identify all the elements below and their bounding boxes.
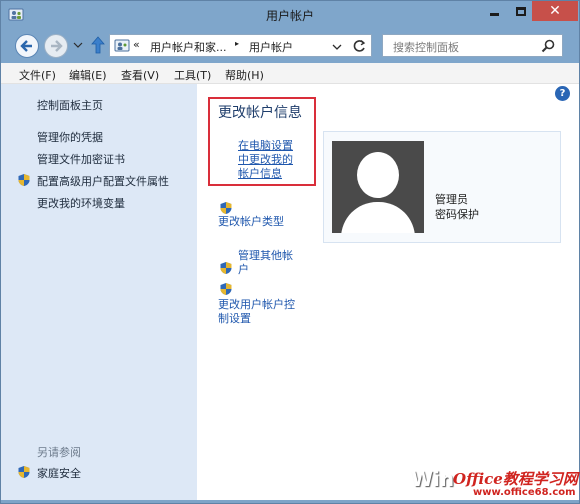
change-account-type-link[interactable]: 更改帐户类型 [218, 215, 284, 229]
user-tile: 管理员 密码保护 [323, 131, 561, 243]
search-placeholder: 搜索控制面板 [393, 41, 459, 54]
see-also-heading: 另请参阅 [37, 446, 81, 459]
manage-credentials-link[interactable]: 管理你的凭据 [37, 129, 103, 145]
advanced-profile-properties-link[interactable]: 配置高级用户配置文件属性 [37, 173, 169, 189]
recent-pages-dropdown-icon[interactable] [72, 39, 84, 51]
avatar-body-shape [341, 202, 415, 233]
avatar [332, 141, 424, 233]
menu-help[interactable]: 帮助(H) [225, 67, 264, 83]
control-panel-icon [114, 39, 130, 52]
navigation-bar: « 用户帐户和家... ▸ 用户帐户 搜索控制面板 [1, 29, 579, 63]
uac-shield-icon [220, 202, 232, 214]
menu-tools[interactable]: 工具(T) [174, 67, 211, 83]
address-bar[interactable]: « 用户帐户和家... ▸ 用户帐户 [109, 34, 372, 57]
back-arrow-icon [20, 40, 32, 52]
page-title: 更改帐户信息 [218, 105, 302, 121]
left-task-pane: 控制面板主页 管理你的凭据 管理文件加密证书 配置高级用户配置文件属性 更改我的… [1, 84, 197, 500]
watermark-brand: Office教程学习网 [453, 470, 578, 488]
avatar-head-shape [357, 152, 399, 198]
refresh-icon[interactable] [351, 38, 367, 54]
manage-other-accounts-link[interactable]: 管理其他帐 户 [238, 249, 293, 277]
family-safety-link[interactable]: 家庭安全 [37, 465, 81, 481]
user-password-status: 密码保护 [435, 208, 479, 221]
manage-encryption-certificates-link[interactable]: 管理文件加密证书 [37, 151, 125, 167]
user-name: 管理员 [435, 193, 468, 206]
link-line: 更改用户帐户控 [218, 298, 295, 311]
breadcrumb-overflow-icon[interactable]: « [133, 38, 140, 51]
uac-shield-icon [220, 283, 232, 295]
link-line: 管理其他帐 [238, 249, 293, 262]
menu-view[interactable]: 查看(V) [121, 67, 159, 83]
forward-arrow-icon [51, 40, 63, 52]
pc-settings-link-line: 中更改我的 [238, 153, 293, 166]
link-line: 更改帐户类型 [218, 215, 284, 228]
minimize-button[interactable] [479, 1, 509, 21]
change-uac-settings-link[interactable]: 更改用户帐户控 制设置 [218, 298, 295, 326]
main-content: ? 更改帐户信息 在电脑设置 中更改我的 帐户信息 管理员 密码保护 更改帐户类… [197, 84, 579, 500]
watermark-prefix: Win [411, 467, 455, 491]
user-accounts-window: 用户帐户 ✕ « 用户帐户和家... ▸ 用户帐户 搜索控制面板 文件(F) 编… [0, 0, 580, 504]
control-panel-home-link[interactable]: 控制面板主页 [37, 97, 103, 113]
search-icon[interactable] [540, 38, 556, 54]
menu-bar: 文件(F) 编辑(E) 查看(V) 工具(T) 帮助(H) [1, 63, 579, 84]
search-input[interactable]: 搜索控制面板 [382, 34, 563, 57]
link-line: 户 [238, 263, 249, 276]
breadcrumb-separator-icon[interactable]: ▸ [235, 39, 239, 48]
minimize-icon [489, 12, 499, 16]
pc-settings-link-line: 在电脑设置 [238, 139, 293, 152]
breadcrumb-user-accounts[interactable]: 用户帐户 [249, 39, 293, 55]
uac-shield-icon [18, 466, 30, 478]
maximize-icon [516, 6, 526, 16]
title-bar[interactable]: 用户帐户 ✕ [1, 1, 579, 29]
site-watermark: Win Office教程学习网 www.office68.com [411, 467, 579, 501]
change-environment-variables-link[interactable]: 更改我的环境变量 [37, 195, 125, 211]
watermark-url: www.office68.com [473, 487, 576, 498]
menu-file[interactable]: 文件(F) [19, 67, 56, 83]
change-info-in-pc-settings-link[interactable]: 在电脑设置 中更改我的 帐户信息 [238, 139, 304, 181]
menu-edit[interactable]: 编辑(E) [69, 67, 107, 83]
help-icon[interactable]: ? [555, 86, 570, 101]
uac-shield-icon [18, 174, 30, 186]
uac-shield-icon [220, 262, 232, 274]
up-arrow-icon[interactable] [90, 36, 106, 54]
back-button[interactable] [15, 34, 39, 58]
close-button[interactable]: ✕ [532, 1, 578, 21]
forward-button[interactable] [44, 34, 68, 58]
link-line: 制设置 [218, 312, 251, 325]
breadcrumb-user-accounts-family[interactable]: 用户帐户和家... [150, 39, 227, 55]
close-icon: ✕ [549, 3, 561, 19]
pc-settings-link-line: 帐户信息 [238, 167, 282, 180]
address-dropdown-icon[interactable] [332, 43, 342, 51]
